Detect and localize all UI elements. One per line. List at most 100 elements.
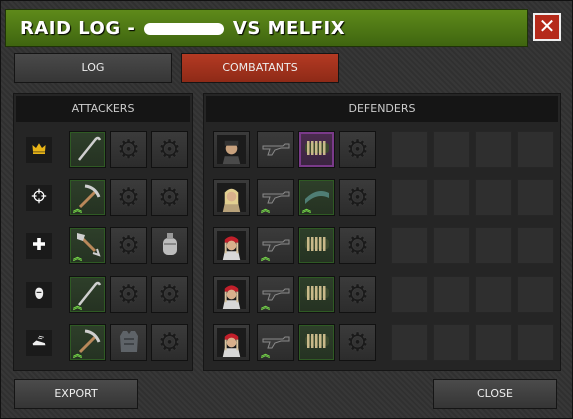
empty-defender-slot — [475, 131, 512, 168]
export-button[interactable]: EXPORT — [14, 379, 138, 409]
attacker-role-5 — [26, 330, 52, 356]
empty-defender-slot — [517, 131, 554, 168]
tab-combatants[interactable]: COMBATANTS — [181, 53, 339, 83]
upgrade-chevron-icon: ︽ — [261, 253, 271, 263]
defender-slot[interactable]: ︽ — [257, 276, 294, 313]
empty-defender-slot — [391, 131, 428, 168]
attacker-slot[interactable]: ︽ — [69, 179, 106, 216]
attacker-slot[interactable]: ⚙ — [151, 324, 188, 361]
gear-icon: ⚙ — [345, 279, 370, 310]
empty-defender-slot — [391, 276, 428, 313]
tab-log-label: LOG — [81, 61, 105, 74]
defender-slot[interactable] — [298, 227, 335, 264]
window-title: RAID LOG - VS MELFIX — [20, 18, 345, 39]
empty-defender-slot — [517, 179, 554, 216]
attackers-header: ATTACKERS — [16, 96, 190, 122]
defender-portrait[interactable] — [213, 324, 250, 361]
upgrade-chevron-icon: ︽ — [73, 302, 83, 312]
gear-icon: ⚙ — [116, 230, 141, 261]
raid-log-window: RAID LOG - VS MELFIX ✕ LOG COMBATANTS AT… — [0, 0, 573, 419]
canteen-icon — [155, 229, 185, 263]
attacker-slot[interactable]: ⚙ — [151, 276, 188, 313]
red-bandana-portrait — [217, 328, 246, 357]
defender-slot[interactable]: ︽ — [298, 179, 335, 216]
blonde-survivor-portrait — [217, 183, 246, 212]
title-suffix: VS MELFIX — [232, 18, 346, 39]
shotgun-icon — [261, 133, 291, 167]
attacker-slot[interactable]: ⚙ — [110, 179, 147, 216]
crowbar-icon — [73, 133, 103, 167]
upgrade-chevron-icon: ︽ — [302, 205, 312, 215]
tab-log[interactable]: LOG — [14, 53, 172, 83]
gear-icon: ⚙ — [157, 327, 182, 358]
empty-defender-slot — [517, 227, 554, 264]
defender-slot[interactable]: ︽ — [257, 179, 294, 216]
attacker-slot[interactable] — [69, 131, 106, 168]
empty-defender-slot — [475, 276, 512, 313]
stealth-icon — [30, 284, 48, 306]
defender-slot[interactable]: ︽ — [257, 324, 294, 361]
attacker-slot[interactable]: ⚙ — [110, 276, 147, 313]
empty-defender-slot — [475, 324, 512, 361]
defender-portrait[interactable] — [213, 227, 250, 264]
close-window-button[interactable]: ✕ — [533, 13, 561, 41]
defender-slot[interactable]: ⚙ — [339, 324, 376, 361]
crosshair-icon — [30, 187, 48, 209]
attacker-role-2 — [26, 185, 52, 211]
upgrade-chevron-icon: ︽ — [73, 350, 83, 360]
attacker-role-3 — [26, 233, 52, 259]
defender-portrait[interactable] — [213, 179, 250, 216]
crown-icon — [30, 139, 48, 161]
gear-icon: ⚙ — [345, 182, 370, 213]
close-label: CLOSE — [476, 387, 513, 400]
upgrade-chevron-icon: ︽ — [261, 350, 271, 360]
empty-defender-slot — [391, 179, 428, 216]
defender-slot[interactable] — [298, 324, 335, 361]
defender-slot[interactable]: ⚙ — [339, 276, 376, 313]
tab-combatants-label: COMBATANTS — [222, 61, 298, 74]
gear-icon: ⚙ — [116, 134, 141, 165]
defender-portrait[interactable] — [213, 276, 250, 313]
attacker-slot[interactable]: ⚙ — [110, 131, 147, 168]
body-armor-icon — [114, 326, 144, 360]
upgrade-chevron-icon: ︽ — [261, 302, 271, 312]
empty-defender-slot — [391, 227, 428, 264]
gear-icon: ⚙ — [157, 182, 182, 213]
empty-defender-slot — [517, 324, 554, 361]
defender-slot[interactable]: ⚙ — [339, 131, 376, 168]
empty-defender-slot — [433, 276, 470, 313]
empty-defender-slot — [433, 131, 470, 168]
close-icon: ✕ — [538, 14, 556, 38]
defender-slot[interactable] — [298, 131, 335, 168]
defender-portrait[interactable] — [213, 131, 250, 168]
ammo-belt-icon — [302, 278, 332, 312]
gear-icon: ⚙ — [345, 134, 370, 165]
empty-defender-slot — [433, 324, 470, 361]
upgrade-chevron-icon: ︽ — [73, 205, 83, 215]
empty-defender-slot — [433, 179, 470, 216]
attacker-slot[interactable]: ︽ — [69, 276, 106, 313]
title-bar: RAID LOG - VS MELFIX — [5, 9, 528, 47]
attacker-slot[interactable] — [151, 227, 188, 264]
attacker-slot[interactable]: ⚙ — [151, 179, 188, 216]
close-button[interactable]: CLOSE — [433, 379, 557, 409]
red-bandana-portrait — [217, 280, 246, 309]
gear-icon: ⚙ — [157, 279, 182, 310]
attacker-slot[interactable]: ⚙ — [151, 131, 188, 168]
gear-icon: ⚙ — [116, 182, 141, 213]
defender-slot[interactable]: ⚙ — [339, 179, 376, 216]
redacted-name — [144, 23, 225, 35]
upgrade-chevron-icon: ︽ — [73, 253, 83, 263]
attacker-slot[interactable]: ︽ — [69, 227, 106, 264]
ammo-belt-icon — [302, 133, 332, 167]
defender-slot[interactable] — [257, 131, 294, 168]
defender-slot[interactable] — [298, 276, 335, 313]
attacker-slot[interactable]: ⚙ — [110, 227, 147, 264]
defender-slot[interactable]: ︽ — [257, 227, 294, 264]
empty-defender-slot — [433, 227, 470, 264]
medic-cross-icon — [30, 235, 48, 257]
defender-slot[interactable]: ⚙ — [339, 227, 376, 264]
attacker-slot[interactable]: ︽ — [69, 324, 106, 361]
title-prefix: RAID LOG - — [20, 18, 136, 39]
attacker-slot[interactable] — [110, 324, 147, 361]
